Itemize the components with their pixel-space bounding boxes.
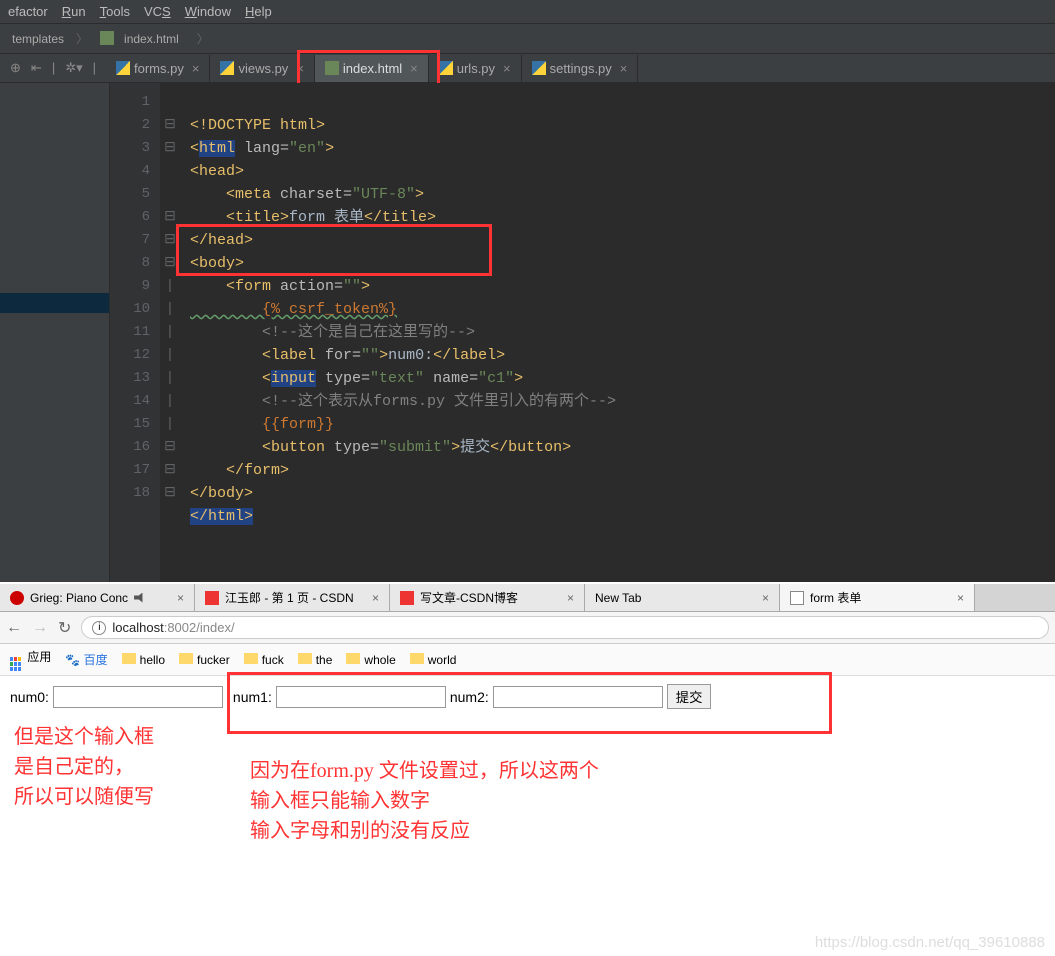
submit-button[interactable]: 提交 bbox=[667, 684, 712, 709]
bookmark-baidu[interactable]: 🐾 百度 bbox=[65, 651, 107, 668]
tab-settings-py[interactable]: settings.py× bbox=[522, 55, 639, 82]
menu-window[interactable]: Window bbox=[185, 4, 231, 19]
close-icon[interactable]: × bbox=[296, 61, 304, 76]
divider: | bbox=[93, 60, 96, 76]
close-icon[interactable]: × bbox=[503, 61, 511, 76]
bookmark-hello[interactable]: hello bbox=[122, 653, 165, 667]
apps-button[interactable]: 应用 bbox=[10, 648, 51, 671]
input-num1[interactable] bbox=[276, 686, 446, 708]
python-file-icon bbox=[439, 61, 453, 75]
menu-bar: efactor Run Tools VCS Window Help bbox=[0, 0, 1055, 24]
browser-tab-new[interactable]: New Tab× bbox=[585, 584, 780, 611]
browser-toolbar: ← → ↻ i localhost:8002/index/ bbox=[0, 612, 1055, 644]
close-icon[interactable]: × bbox=[410, 61, 418, 76]
forward-button[interactable]: → bbox=[32, 619, 48, 637]
input-num0[interactable] bbox=[53, 686, 223, 708]
chevron-right-icon: 〉 bbox=[191, 28, 215, 49]
favicon-icon bbox=[205, 591, 219, 605]
favicon-icon bbox=[10, 591, 24, 605]
close-icon[interactable]: × bbox=[372, 591, 379, 605]
label-num2: num2: bbox=[450, 689, 489, 705]
tab-views-py[interactable]: views.py× bbox=[210, 55, 314, 82]
editor-tabs: forms.py× views.py× index.html× urls.py×… bbox=[106, 55, 638, 82]
folder-icon bbox=[179, 653, 193, 664]
gear-icon[interactable]: ✲▾ bbox=[65, 60, 82, 76]
folder-icon bbox=[346, 653, 360, 664]
browser-tab-form[interactable]: form 表单× bbox=[780, 584, 975, 611]
menu-vcs[interactable]: VCS bbox=[144, 4, 171, 19]
tab-forms-py[interactable]: forms.py× bbox=[106, 55, 210, 82]
form-row: num0: num1: num2: 提交 bbox=[10, 684, 1045, 709]
address-bar[interactable]: i localhost:8002/index/ bbox=[81, 616, 1049, 639]
code-editor[interactable]: <!DOCTYPE html> <html lang="en"> <head> … bbox=[180, 83, 1055, 582]
python-file-icon bbox=[220, 61, 234, 75]
html-file-icon bbox=[100, 31, 114, 45]
browser-tab-csdn2[interactable]: 写文章-CSDN博客× bbox=[390, 584, 585, 611]
reload-button[interactable]: ↻ bbox=[58, 618, 71, 638]
chevron-right-icon: 〉 bbox=[70, 28, 94, 49]
close-icon[interactable]: × bbox=[957, 591, 964, 605]
menu-run[interactable]: Run bbox=[62, 4, 86, 19]
bookmark-whole[interactable]: whole bbox=[346, 653, 395, 667]
collapse-icon[interactable]: ⇤ bbox=[31, 60, 42, 76]
bookmark-world[interactable]: world bbox=[410, 653, 457, 667]
close-icon[interactable]: × bbox=[177, 591, 184, 605]
html-file-icon bbox=[325, 61, 339, 75]
folder-icon bbox=[244, 653, 258, 664]
annotation-left: 但是这个输入框 是自己定的， 所以可以随便写 bbox=[14, 722, 154, 812]
watermark-text: https://blog.csdn.net/qq_39610888 bbox=[815, 934, 1045, 951]
apps-icon bbox=[10, 657, 24, 671]
fold-gutter: ⊟⊟ ⊟⊟⊟|||||||⊟⊟⊟ bbox=[160, 83, 180, 582]
label-num0: num0: bbox=[10, 689, 49, 705]
site-info-icon[interactable]: i bbox=[92, 621, 106, 635]
menu-tools[interactable]: Tools bbox=[100, 4, 130, 19]
tab-index-html[interactable]: index.html× bbox=[315, 55, 429, 82]
bookmark-fucker[interactable]: fucker bbox=[179, 653, 230, 667]
bookmark-the[interactable]: the bbox=[298, 653, 333, 667]
page-body: num0: num1: num2: 提交 但是这个输入框 是自己定的， 所以可以… bbox=[0, 676, 1055, 956]
python-file-icon bbox=[532, 61, 546, 75]
back-button[interactable]: ← bbox=[6, 619, 22, 637]
ide-window: efactor Run Tools VCS Window Help templa… bbox=[0, 0, 1055, 582]
bookmarks-bar: 应用 🐾 百度 hello fucker fuck the whole worl… bbox=[0, 644, 1055, 676]
url-text: localhost:8002/index/ bbox=[112, 620, 234, 635]
label-num1: num1: bbox=[233, 689, 272, 705]
target-icon[interactable]: ⊕ bbox=[10, 60, 21, 76]
divider: | bbox=[52, 60, 55, 76]
folder-icon bbox=[410, 653, 424, 664]
close-icon[interactable]: × bbox=[567, 591, 574, 605]
close-icon[interactable]: × bbox=[192, 61, 200, 76]
browser-window: Grieg: Piano Conc× 江玉郎 - 第 1 页 - CSDN× 写… bbox=[0, 584, 1055, 956]
bookmark-fuck[interactable]: fuck bbox=[244, 653, 284, 667]
breadcrumb-folder[interactable]: templates bbox=[6, 30, 70, 48]
tab-urls-py[interactable]: urls.py× bbox=[429, 55, 522, 82]
browser-tab-grieg[interactable]: Grieg: Piano Conc× bbox=[0, 584, 195, 611]
page-icon bbox=[790, 591, 804, 605]
sound-icon[interactable] bbox=[134, 593, 146, 603]
breadcrumb: templates 〉 index.html 〉 bbox=[0, 24, 1055, 54]
menu-help[interactable]: Help bbox=[245, 4, 272, 19]
folder-icon bbox=[122, 653, 136, 664]
line-number-gutter: 123456789101112131415161718 bbox=[110, 83, 160, 582]
toolbar-row: ⊕ ⇤ | ✲▾ | forms.py× views.py× index.htm… bbox=[0, 54, 1055, 83]
selected-tree-item[interactable] bbox=[0, 293, 109, 313]
browser-tab-strip: Grieg: Piano Conc× 江玉郎 - 第 1 页 - CSDN× 写… bbox=[0, 584, 1055, 612]
breadcrumb-file[interactable]: index.html bbox=[94, 29, 191, 48]
project-tool-window[interactable] bbox=[0, 83, 110, 582]
close-icon[interactable]: × bbox=[762, 591, 769, 605]
menu-refactor[interactable]: efactor bbox=[8, 4, 48, 19]
folder-icon bbox=[298, 653, 312, 664]
browser-tab-csdn1[interactable]: 江玉郎 - 第 1 页 - CSDN× bbox=[195, 584, 390, 611]
annotation-right: 因为在form.py 文件设置过，所以这两个 输入框只能输入数字 输入字母和别的… bbox=[250, 756, 599, 846]
python-file-icon bbox=[116, 61, 130, 75]
input-num2[interactable] bbox=[493, 686, 663, 708]
editor-tool-icons: ⊕ ⇤ | ✲▾ | bbox=[0, 54, 106, 82]
favicon-icon bbox=[400, 591, 414, 605]
close-icon[interactable]: × bbox=[620, 61, 628, 76]
editor-container: 123456789101112131415161718 ⊟⊟ ⊟⊟⊟||||||… bbox=[0, 83, 1055, 582]
